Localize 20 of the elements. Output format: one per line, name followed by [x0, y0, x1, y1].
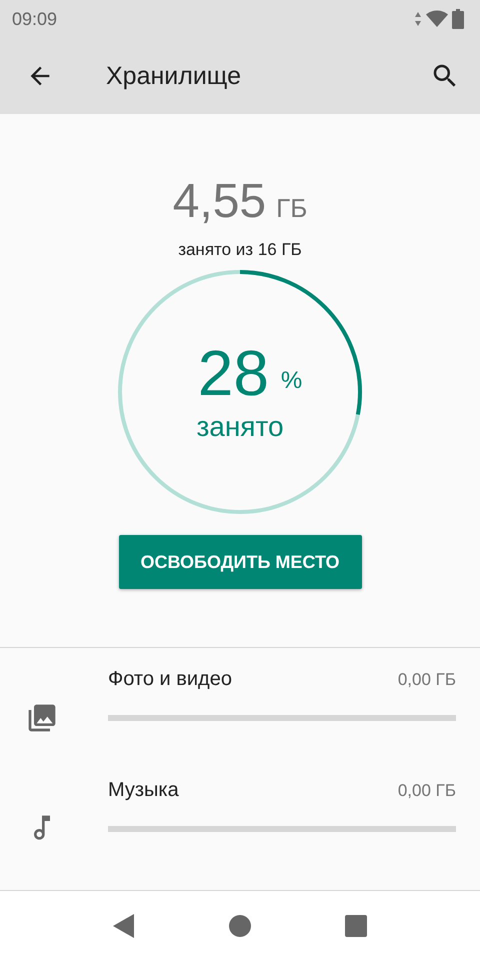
screen-title: Хранилище	[106, 62, 242, 91]
category-name[interactable]: Музыка	[108, 779, 179, 802]
clock: 09:09	[12, 8, 58, 30]
battery-icon	[452, 9, 464, 30]
category-name[interactable]: Фото и видео	[108, 668, 232, 692]
category-size: 0,00 ГБ	[398, 781, 456, 802]
photo-library-icon	[26, 702, 58, 734]
data-arrows-icon	[414, 11, 422, 28]
usage-percent: 28	[198, 341, 269, 406]
percent-sign: %	[280, 367, 302, 396]
usage-label: занято	[196, 411, 284, 444]
used-unit: ГБ	[276, 193, 308, 224]
used-amount: 4,55	[172, 174, 266, 230]
recents-button[interactable]	[345, 914, 367, 937]
back-nav-button[interactable]	[113, 914, 135, 938]
home-button[interactable]	[229, 914, 251, 937]
capacity-caption: занято из 16 ГБ	[178, 240, 302, 260]
wifi-icon	[426, 10, 448, 28]
free-up-space-button[interactable]: ОСВОБОДИТЬ МЕСТО	[118, 535, 362, 590]
category-size: 0,00 ГБ	[398, 670, 456, 690]
